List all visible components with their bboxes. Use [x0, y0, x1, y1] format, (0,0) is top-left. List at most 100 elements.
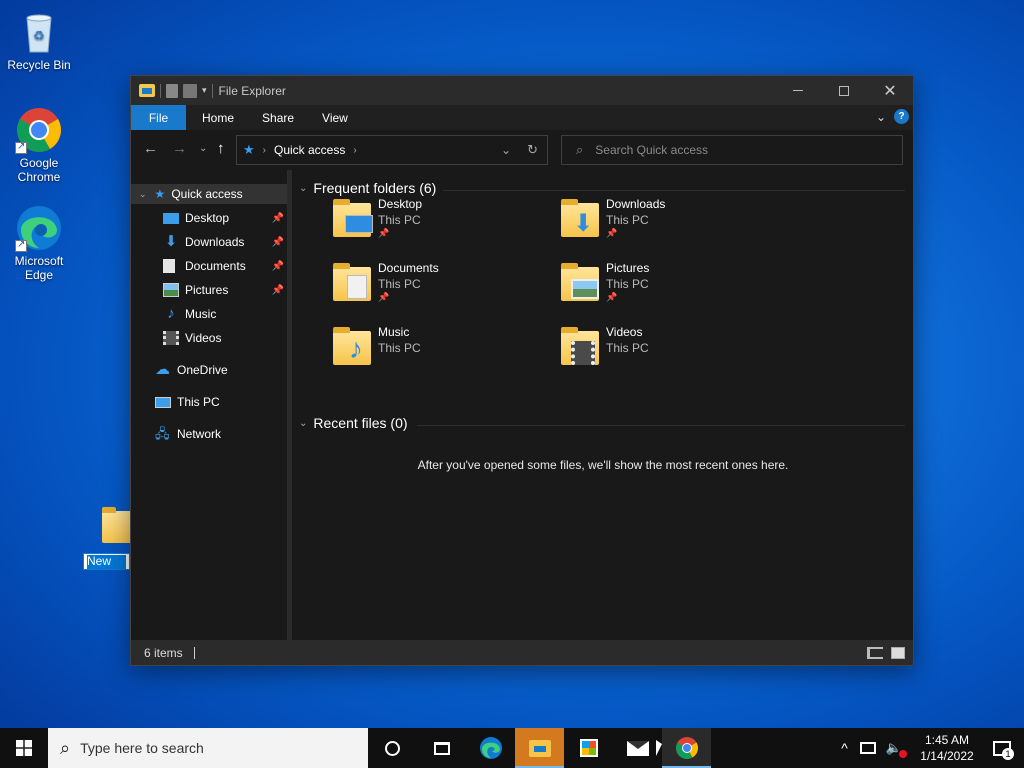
recent-files-empty-message: After you've opened some files, we'll sh… [417, 458, 789, 472]
desktop-icon-edge[interactable]: Microsoft Edge [2, 204, 76, 282]
network-status-icon[interactable] [859, 742, 876, 754]
group-header-label: Recent files (0) [313, 415, 408, 431]
folder-tile-music[interactable]: ♪ Music This PC [331, 325, 551, 385]
task-view-button[interactable] [417, 728, 466, 768]
navigation-pane-scrollbar[interactable] [288, 170, 292, 642]
title-bar[interactable]: ▾ File Explorer ✕ [131, 76, 913, 105]
folder-location: This PC [606, 341, 649, 355]
folder-name: Music [378, 325, 410, 339]
download-arrow-icon: ⬇ [573, 210, 594, 237]
edge-icon [15, 204, 63, 252]
folder-icon [331, 261, 375, 305]
address-history-dropdown-icon[interactable]: ⌄ [501, 143, 511, 157]
breadcrumb-quick-access[interactable]: Quick access [274, 143, 345, 157]
sidebar-item-videos[interactable]: Videos [131, 328, 287, 348]
large-icons-view-icon[interactable] [891, 646, 905, 659]
taskbar-edge-button[interactable] [466, 728, 515, 768]
help-icon[interactable]: ? [894, 109, 909, 124]
sidebar-item-label: Music [185, 307, 217, 321]
taskbar-search-box[interactable]: ⌕ Type here to search [48, 728, 368, 768]
folder-tile-desktop[interactable]: Desktop This PC 📌 [331, 197, 551, 257]
back-button[interactable]: ← [143, 140, 158, 157]
close-button[interactable]: ✕ [867, 76, 913, 105]
folder-rename-input[interactable]: New fol [83, 553, 130, 570]
folder-icon [102, 507, 132, 543]
chevron-down-icon: ⌄ [299, 182, 308, 194]
expand-ribbon-icon[interactable]: ⌄ [876, 110, 886, 124]
clock[interactable]: 1:45 AM 1/14/2022 [914, 732, 980, 764]
tab-home[interactable]: Home [186, 105, 248, 130]
folder-tile-downloads[interactable]: ⬇ Downloads This PC 📌 [559, 197, 779, 257]
pin-icon: 📌 [271, 260, 284, 272]
properties-icon[interactable] [166, 83, 178, 98]
taskbar: ⌕ Type here to search ^ 🔈 1:45 AM 1/14/2… [0, 728, 1024, 768]
desktop-new-folder[interactable] [100, 505, 132, 547]
shortcut-arrow-icon [15, 238, 27, 252]
sidebar-item-label: Videos [185, 331, 222, 345]
pin-icon: 📌 [271, 284, 284, 296]
taskbar-store-button[interactable] [564, 728, 613, 768]
show-hidden-icons-chevron-icon[interactable]: ^ [841, 740, 848, 756]
group-header-recent-files[interactable]: ⌄ Recent files (0) [299, 415, 408, 431]
recent-locations-button[interactable]: ⌄ [199, 143, 207, 154]
sidebar-item-label: Pictures [185, 283, 229, 297]
folder-tile-videos[interactable]: Videos This PC [559, 325, 779, 385]
close-icon: ✕ [883, 82, 897, 100]
desktop-icon [345, 215, 373, 233]
folder-name: Documents [378, 261, 439, 275]
mail-envelope-icon [626, 740, 649, 756]
group-header-frequent-folders[interactable]: ⌄ Frequent folders (6) [299, 180, 436, 196]
breadcrumb-chevron-icon[interactable]: › [353, 145, 356, 156]
sidebar-item-music[interactable]: ♪ Music [131, 304, 287, 324]
sidebar-item-this-pc[interactable]: This PC [131, 392, 287, 412]
desktop-icon-chrome[interactable]: Google Chrome [2, 106, 76, 184]
window-title: File Explorer [218, 83, 286, 98]
taskbar-file-explorer-button[interactable] [515, 728, 564, 768]
start-button[interactable] [0, 728, 48, 768]
chevron-down-icon: ⌄ [299, 417, 308, 429]
sidebar-item-documents[interactable]: Documents 📌 [131, 256, 287, 276]
tab-file[interactable]: File [131, 105, 186, 130]
sidebar-item-quick-access[interactable]: ⌄ ★ Quick access [131, 184, 287, 204]
sidebar-item-label: Downloads [185, 235, 245, 249]
forward-button[interactable]: → [172, 140, 187, 157]
sidebar-item-network[interactable]: 🖧 Network [131, 424, 287, 444]
desktop-icon-recycle-bin[interactable]: ♻ Recycle Bin [2, 8, 76, 72]
taskbar-chrome-button[interactable] [656, 728, 711, 768]
cortana-button[interactable] [368, 728, 417, 768]
folder-icon [559, 325, 603, 369]
taskbar-mail-button[interactable] [613, 728, 662, 768]
folder-tile-documents[interactable]: Documents This PC 📌 [331, 261, 551, 321]
folder-icon [528, 739, 551, 757]
tab-view[interactable]: View [308, 105, 362, 130]
navigation-bar: ← → ⌄ ↑ ★ › Quick access › ⌄ ↻ ⌕ Search … [131, 130, 913, 170]
folder-tile-pictures[interactable]: Pictures This PC 📌 [559, 261, 779, 321]
minimize-button[interactable] [775, 76, 821, 105]
tab-share[interactable]: Share [248, 105, 308, 130]
network-icon: 🖧 [155, 426, 170, 441]
sidebar-item-desktop[interactable]: Desktop 📌 [131, 208, 287, 228]
pin-icon: 📌 [378, 228, 390, 238]
search-icon: ⌕ [60, 737, 71, 758]
search-box[interactable]: ⌕ Search Quick access [561, 135, 903, 165]
up-button[interactable]: ↑ [217, 140, 225, 157]
new-folder-icon[interactable] [183, 83, 197, 98]
sidebar-item-onedrive[interactable]: ☁ OneDrive [131, 360, 287, 380]
customize-toolbar-icon[interactable]: ▾ [202, 85, 207, 96]
sidebar-item-pictures[interactable]: Pictures 📌 [131, 280, 287, 300]
folder-location: This PC [378, 213, 421, 227]
status-separator [193, 646, 195, 659]
details-view-icon[interactable] [867, 646, 883, 659]
sidebar-item-label: Documents [185, 259, 246, 273]
group-divider [443, 190, 905, 191]
search-icon: ⌕ [576, 142, 584, 157]
item-count: 6 items [144, 645, 183, 660]
address-bar[interactable]: ★ › Quick access › ⌄ ↻ [236, 135, 548, 165]
refresh-icon[interactable]: ↻ [527, 142, 538, 158]
maximize-button[interactable] [821, 76, 867, 105]
volume-muted-icon[interactable]: 🔈 [886, 740, 907, 758]
action-center-button[interactable]: 1 [980, 728, 1024, 768]
sidebar-item-downloads[interactable]: ⬇ Downloads 📌 [131, 232, 287, 252]
folder-name: Downloads [606, 197, 666, 211]
chevron-down-icon: ⌄ [139, 188, 147, 199]
